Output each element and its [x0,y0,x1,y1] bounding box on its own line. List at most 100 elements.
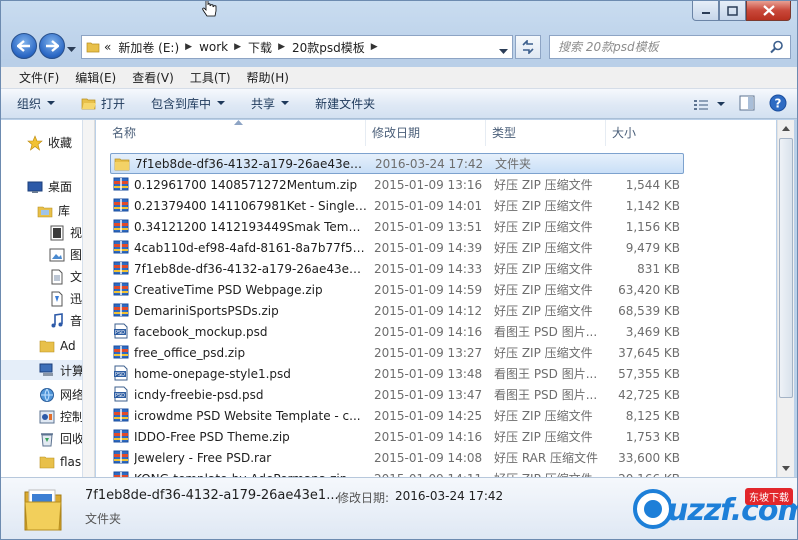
table-row[interactable]: PSD icndy-freebie-psd.psd 2015-01-09 13:47… [110,384,684,405]
large-folder-icon [24,489,62,531]
table-row[interactable]: KONG-template-by-AdePermana.zip2015-01-0… [110,468,684,477]
search-icon[interactable] [770,40,784,57]
maximize-button[interactable] [719,1,746,21]
table-row[interactable]: icrowdme PSD Website Template - c... 2015… [110,405,684,426]
scroll-down-button[interactable] [778,460,794,477]
menu-edit[interactable]: 编辑(E) [69,69,122,86]
table-row[interactable]: Jewelery - Free PSD.rar 2015-01-09 14:08 好… [110,447,684,468]
open-button[interactable]: 打开 [81,95,125,112]
nav-favorites[interactable]: 收藏 [27,134,72,151]
nav-flash-folder[interactable]: flas [39,454,81,470]
table-row[interactable]: IDDO-Free PSD Theme.zip 2015-01-09 14:16 好… [110,426,684,447]
table-row[interactable]: free_office_psd.zip 2015-01-09 13:27 好压 ZI… [110,342,684,363]
column-header-type[interactable]: 类型 [486,120,606,146]
file-name-cell: icndy-freebie-psd.psd [134,387,264,402]
minimize-button[interactable] [692,1,719,21]
file-date-cell: 2015-01-09 13:47 [374,387,483,402]
zip-icon [113,177,129,191]
file-size-cell: 42,725 KB [618,387,680,402]
file-name-cell: IDDO-Free PSD Theme.zip [134,429,290,444]
table-row[interactable]: DemariniSportsPSDs.zip 2015-01-09 14:12 好压… [110,300,684,321]
menu-tools[interactable]: 工具(T) [184,69,237,86]
nav-thunder[interactable]: 迅 [49,290,82,307]
table-row[interactable]: 4cab110d-ef98-4afd-8161-8a7b77f50... 2015… [110,237,684,258]
help-button[interactable]: ? [769,94,787,115]
nav-label: Ad [60,339,76,353]
nav-pictures[interactable]: 图 [49,246,82,263]
document-icon [51,269,63,284]
table-row[interactable]: PSD home-onepage-style1.psd 2015-01-09 13:… [110,363,684,384]
breadcrumb-separator-icon[interactable]: ▶ [231,42,244,52]
nav-label: 桌面 [48,180,73,194]
preview-pane-button[interactable] [739,95,755,114]
column-header-size[interactable]: 大小 [606,120,686,146]
nav-computer[interactable]: 计算 [1,360,82,380]
column-header-date[interactable]: 修改日期 [366,120,486,146]
file-name-cell: 7f1eb8de-df36-4132-a179-26ae43e1... [134,261,368,276]
nav-music[interactable]: 音 [49,312,82,329]
nav-videos[interactable]: 视 [49,224,82,241]
nav-network[interactable]: 网络 [39,386,82,403]
address-history-dropdown[interactable] [499,44,508,58]
nav-library[interactable]: 库 [37,202,70,219]
file-type-cell: 好压 ZIP 压缩文件 [494,409,593,423]
table-row[interactable]: 7f1eb8de-df36-4132-a179-26ae43e1... 2016-… [110,153,684,174]
address-overflow[interactable]: « [100,40,114,54]
breadcrumb-item[interactable]: work [195,40,231,54]
breadcrumb-separator-icon[interactable]: ▶ [275,42,288,52]
menu-view[interactable]: 查看(V) [126,69,180,86]
zip-icon [113,429,129,443]
table-row[interactable]: 7f1eb8de-df36-4132-a179-26ae43e1... 2015-… [110,258,684,279]
breadcrumb-separator-icon[interactable]: ▶ [368,42,381,52]
file-type-cell: 看图王 PSD 图片... [494,388,598,402]
new-folder-button[interactable]: 新建文件夹 [315,95,375,112]
address-bar[interactable]: « 新加卷 (E:) ▶ work ▶ 下载 ▶ 20款psd模板 ▶ [81,35,513,59]
table-row[interactable]: 0.12961700 1408571272Mentum.zip 2015-01-0… [110,174,684,195]
search-input[interactable] [558,40,758,54]
table-row[interactable]: 0.21379400 1411067981Ket - Single ... 201… [110,195,684,216]
refresh-button[interactable] [515,35,541,59]
nav-ad-folder[interactable]: Ad [39,338,76,354]
include-library-button[interactable]: 包含到库中 [151,95,226,112]
share-button[interactable]: 共享 [251,95,290,112]
file-date-cell: 2015-01-09 14:25 [374,408,483,423]
scroll-up-button[interactable] [778,120,794,137]
breadcrumb-item[interactable]: 下载 [244,39,275,56]
recent-pages-dropdown[interactable] [67,42,76,56]
nav-recycle-bin[interactable]: 回收 [39,430,82,447]
file-name-cell: facebook_mockup.psd [134,324,268,339]
zip-icon [113,240,129,254]
chevron-down-icon [47,101,56,105]
file-type-cell: 好压 ZIP 压缩文件 [494,220,593,234]
navigation-pane-scrollbar[interactable] [83,120,95,477]
caption-buttons [692,1,791,21]
zip-icon [113,408,129,422]
arrow-right-icon [46,40,59,52]
breadcrumb-separator-icon[interactable]: ▶ [182,42,195,52]
nav-documents[interactable]: 文 [49,268,82,285]
file-date-cell: 2015-01-09 13:48 [374,366,483,381]
menu-file[interactable]: 文件(F) [13,69,65,86]
menu-help[interactable]: 帮助(H) [241,69,295,86]
file-type-cell: 好压 ZIP 压缩文件 [494,262,593,276]
forward-button[interactable] [39,33,65,59]
breadcrumb-item[interactable]: 新加卷 (E:) [114,39,182,56]
chevron-down-icon [717,102,725,106]
file-list-scrollbar[interactable] [777,120,794,477]
nav-control-panel[interactable]: 控制 [39,408,82,425]
recycle-bin-icon [41,432,53,446]
breadcrumb-item[interactable]: 20款psd模板 [288,39,368,56]
table-row[interactable]: 0.34121200 1412193449Smak Templ... 2015-0… [110,216,684,237]
organize-button[interactable]: 组织 [17,95,56,112]
search-box[interactable] [549,35,791,59]
scrollbar-thumb[interactable] [779,138,793,398]
table-row[interactable]: CreativeTime PSD Webpage.zip 2015-01-09 1… [110,279,684,300]
nav-desktop[interactable]: 桌面 [27,178,72,195]
table-row[interactable]: PSD facebook_mockup.psd 2015-01-09 14:16 看图… [110,321,684,342]
close-button[interactable] [746,1,791,21]
music-icon [51,312,63,327]
change-view-button[interactable] [693,98,725,112]
back-button[interactable] [11,33,37,59]
file-size-cell: 33,600 KB [618,450,680,465]
nav-label: 音 [70,314,83,328]
